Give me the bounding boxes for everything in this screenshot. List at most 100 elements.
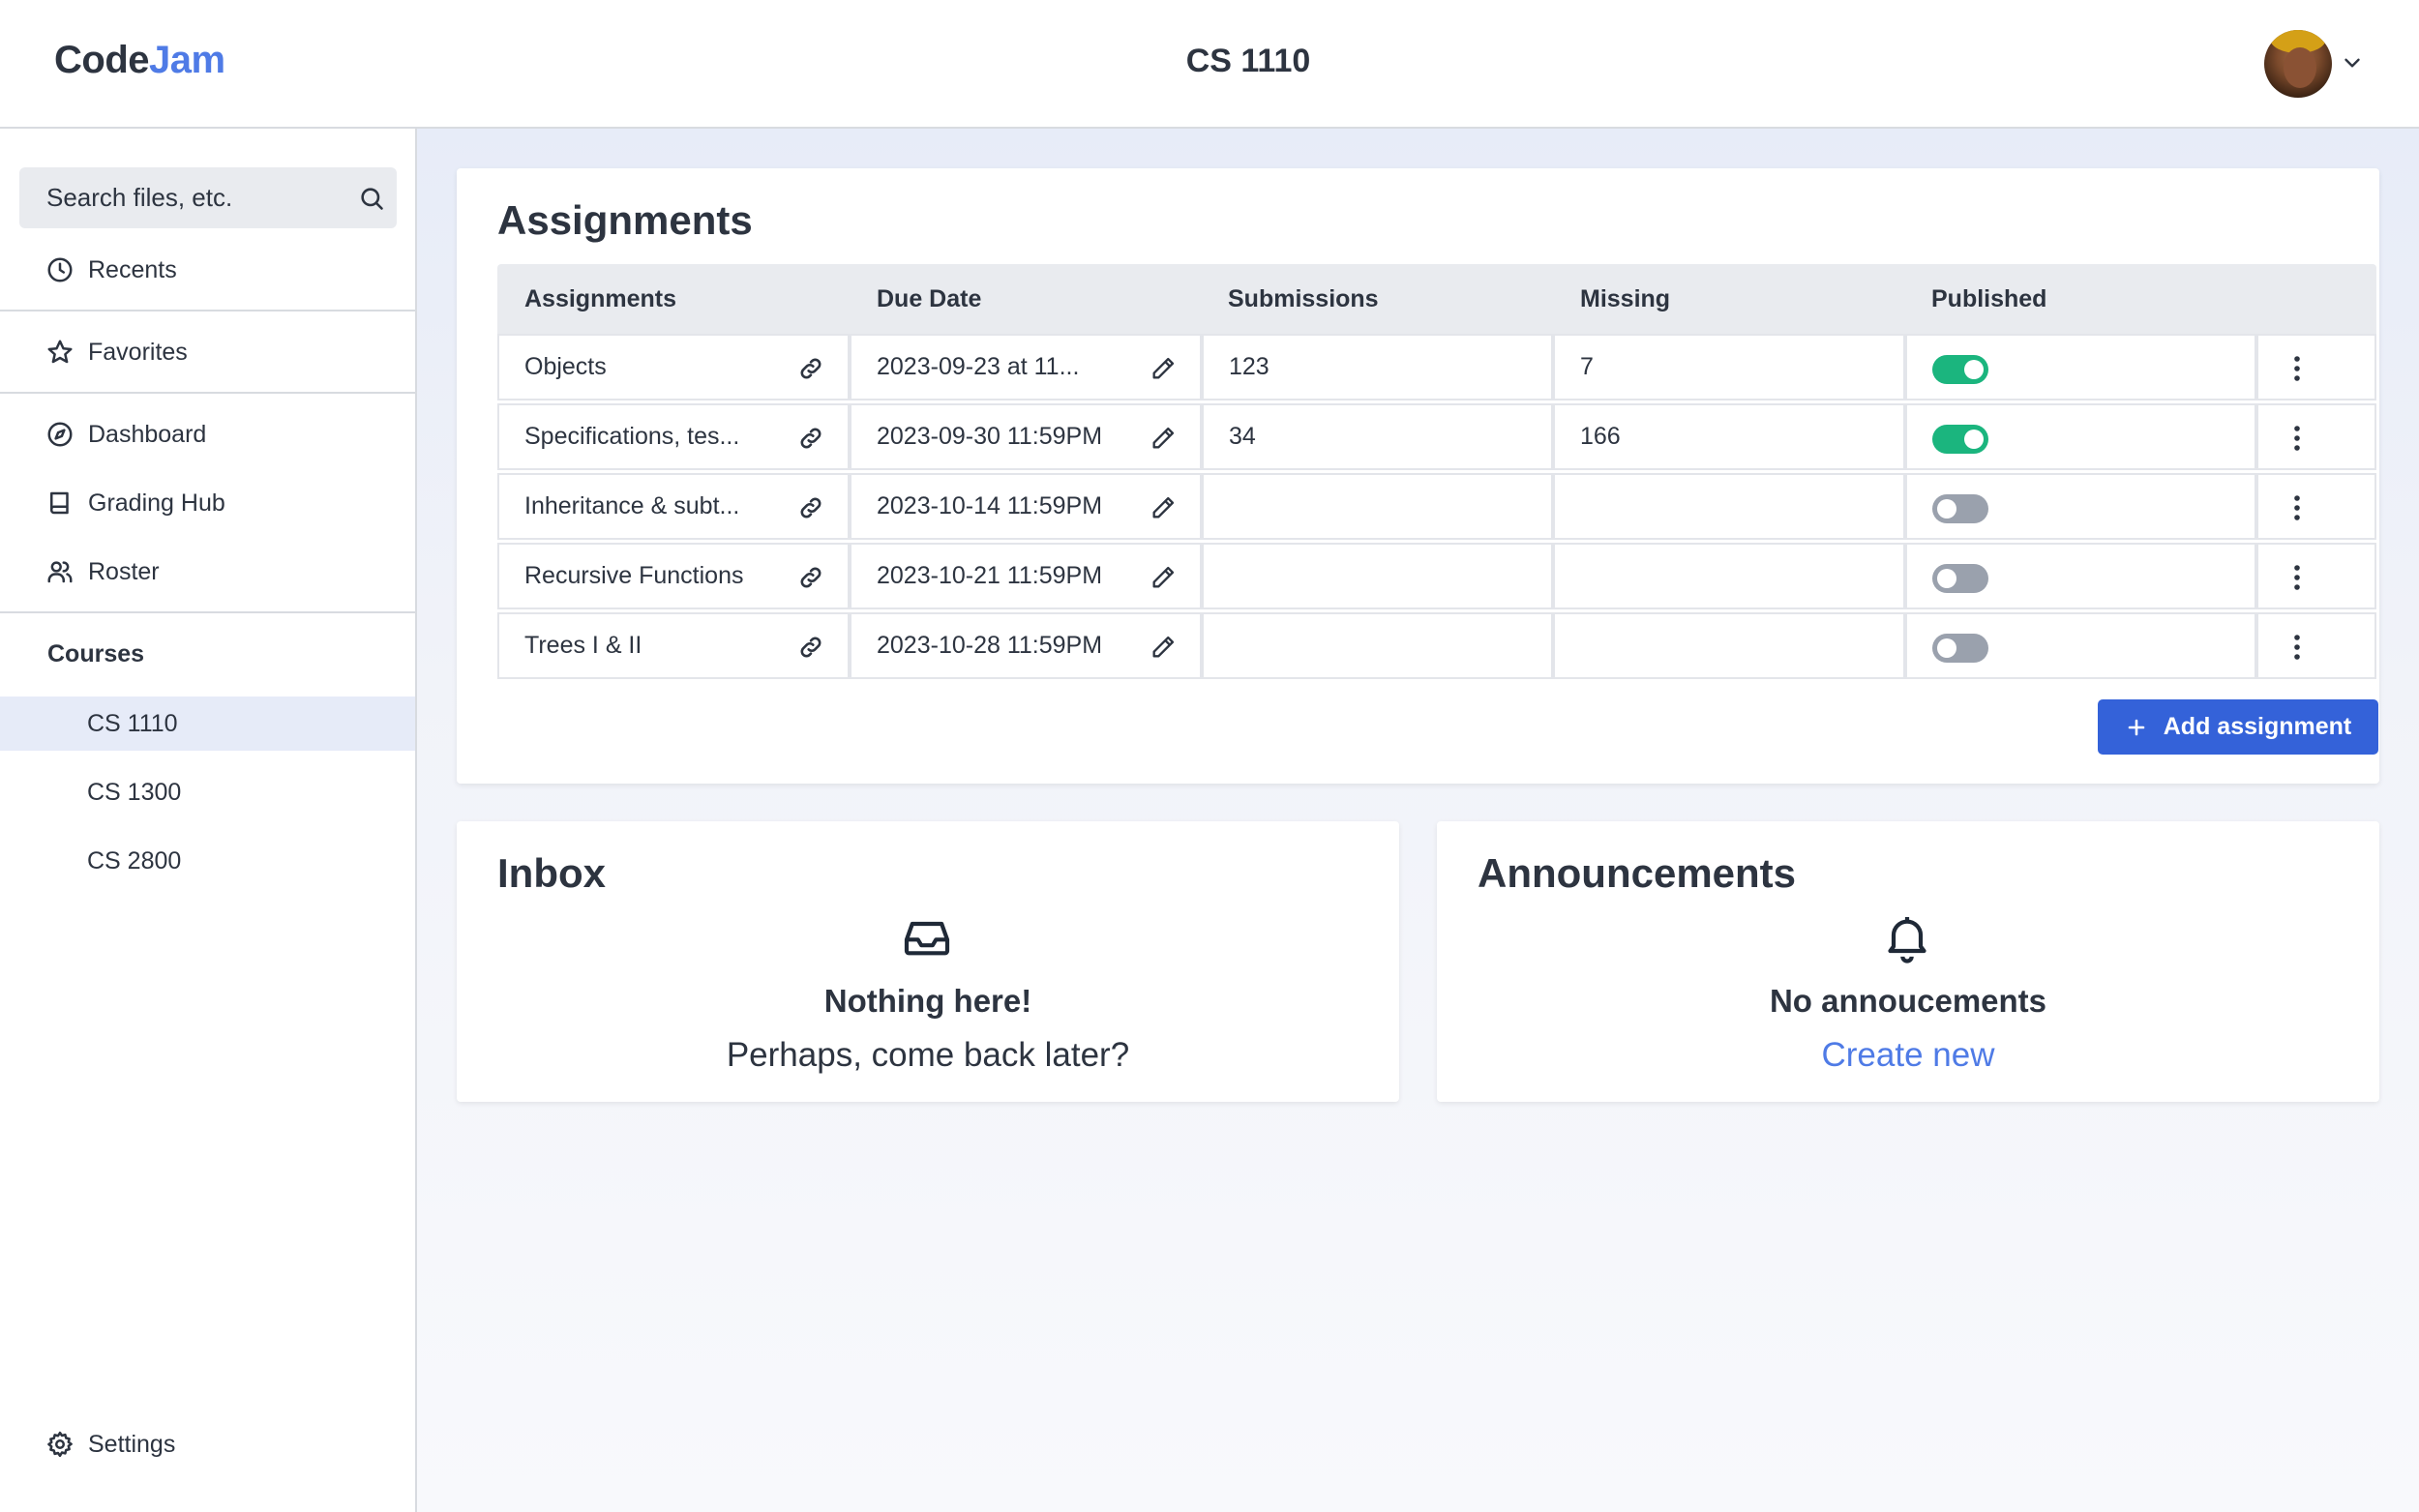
sidebar-item-favorites[interactable]: Favorites — [0, 321, 415, 383]
due-date-cell: 2023-09-23 at 11... — [850, 334, 1202, 400]
inbox-empty-subtitle: Perhaps, come back later? — [726, 1036, 1130, 1074]
sidebar-item-dashboard[interactable]: Dashboard — [0, 403, 415, 465]
announcements-title: Announcements — [1478, 850, 1797, 896]
due-date-cell: 2023-10-21 11:59PM — [850, 543, 1202, 609]
assignments-title: Assignments — [497, 197, 753, 243]
pencil-icon[interactable] — [1150, 564, 1177, 591]
more-options-icon[interactable] — [2293, 564, 2301, 591]
book-icon — [45, 489, 75, 518]
row-actions-cell — [2256, 334, 2376, 400]
row-actions-cell — [2256, 543, 2376, 609]
link-icon[interactable] — [797, 634, 824, 661]
published-toggle[interactable] — [1932, 425, 1988, 454]
sidebar-item-label: Grading Hub — [88, 489, 225, 517]
inbox-empty-title: Nothing here! — [823, 983, 1032, 1019]
assignment-name-cell[interactable]: Recursive Functions — [497, 543, 850, 609]
divider — [0, 310, 415, 311]
column-header[interactable]: Missing — [1580, 285, 1670, 313]
more-options-icon[interactable] — [2293, 634, 2301, 661]
compass-icon — [45, 420, 75, 449]
plus-icon — [2128, 719, 2145, 735]
divider — [0, 611, 415, 613]
more-options-icon[interactable] — [2293, 425, 2301, 452]
row-actions-cell — [2256, 612, 2376, 679]
add-assignment-button[interactable]: Add assignment — [2098, 699, 2378, 755]
star-icon — [45, 338, 75, 367]
avatar[interactable] — [2264, 30, 2332, 98]
users-icon — [45, 557, 75, 586]
assignment-name-cell[interactable]: Specifications, tes... — [497, 403, 850, 470]
submissions-cell: 34 — [1202, 403, 1553, 470]
search-input[interactable] — [19, 167, 339, 228]
due-date-cell: 2023-09-30 11:59PM — [850, 403, 1202, 470]
inbox-icon — [904, 921, 950, 956]
column-header[interactable]: Published — [1931, 285, 2046, 313]
published-cell — [1905, 543, 2256, 609]
page-title: CS 1110 — [1185, 43, 1311, 79]
column-header[interactable]: Submissions — [1228, 285, 1379, 313]
row-actions-cell — [2256, 403, 2376, 470]
clock-icon — [45, 255, 75, 284]
table-header: Assignments Due Date Submissions Missing… — [497, 264, 2376, 334]
published-cell — [1905, 334, 2256, 400]
more-options-icon[interactable] — [2293, 355, 2301, 382]
pencil-icon[interactable] — [1150, 634, 1177, 661]
missing-cell — [1553, 543, 1905, 609]
due-date-cell: 2023-10-14 11:59PM — [850, 473, 1202, 540]
sidebar-item-label: Dashboard — [88, 420, 207, 448]
sidebar-course-cs-1110[interactable]: CS 1110 — [0, 697, 415, 751]
submissions-cell — [1202, 612, 1553, 679]
courses-heading: Courses — [47, 640, 145, 667]
sidebar-course-cs-1300[interactable]: CS 1300 — [0, 765, 415, 819]
due-date-cell: 2023-10-28 11:59PM — [850, 612, 1202, 679]
sidebar-item-label: Recents — [88, 255, 177, 283]
row-actions-cell — [2256, 473, 2376, 540]
more-options-icon[interactable] — [2293, 494, 2301, 521]
submissions-cell — [1202, 473, 1553, 540]
divider — [0, 392, 415, 394]
sidebar-item-recents[interactable]: Recents — [0, 239, 415, 301]
create-announcement-link[interactable]: Create new — [1437, 1036, 2379, 1075]
assignment-name-cell[interactable]: Trees I & II — [497, 612, 850, 679]
link-icon[interactable] — [797, 564, 824, 591]
inbox-card: Inbox Nothing here! Perhaps, come back l… — [457, 821, 1399, 1102]
sidebar-item-label: Settings — [88, 1430, 176, 1458]
sidebar-item-settings[interactable]: Settings — [0, 1413, 415, 1475]
sidebar-course-cs-2800[interactable]: CS 2800 — [0, 834, 415, 888]
missing-cell — [1553, 612, 1905, 679]
assignments-card: Assignments Assignments Due Date Submiss… — [457, 168, 2379, 784]
sidebar-item-grading-hub[interactable]: Grading Hub — [0, 472, 415, 534]
bell-icon — [1888, 917, 1926, 964]
column-header[interactable]: Due Date — [877, 285, 981, 313]
assignment-name-cell[interactable]: Inheritance & subt... — [497, 473, 850, 540]
chevron-down-icon[interactable] — [2340, 50, 2365, 75]
sidebar: Recents Favorites Dashboard Grading Hub … — [0, 129, 417, 1512]
published-toggle[interactable] — [1932, 634, 1988, 663]
pencil-icon[interactable] — [1150, 355, 1177, 382]
search-icon[interactable] — [358, 185, 385, 212]
sidebar-item-label: Roster — [88, 557, 160, 585]
published-toggle[interactable] — [1932, 564, 1988, 593]
submissions-cell — [1202, 543, 1553, 609]
missing-cell: 166 — [1553, 403, 1905, 470]
top-header: CodeJam CS 1110 — [0, 0, 2419, 129]
assignment-name-cell[interactable]: Objects — [497, 334, 850, 400]
published-cell — [1905, 473, 2256, 540]
link-icon[interactable] — [797, 494, 824, 521]
missing-cell: 7 — [1553, 334, 1905, 400]
link-icon[interactable] — [797, 425, 824, 452]
pencil-icon[interactable] — [1150, 425, 1177, 452]
main-content: Assignments Assignments Due Date Submiss… — [417, 129, 2419, 1512]
sidebar-item-roster[interactable]: Roster — [0, 541, 415, 603]
link-icon[interactable] — [797, 355, 824, 382]
column-header[interactable]: Assignments — [524, 285, 676, 313]
pencil-icon[interactable] — [1150, 494, 1177, 521]
gear-icon — [45, 1430, 75, 1459]
announcements-empty-title: No annoucements — [1769, 983, 2047, 1019]
published-cell — [1905, 612, 2256, 679]
published-toggle[interactable] — [1932, 494, 1988, 523]
submissions-cell: 123 — [1202, 334, 1553, 400]
published-toggle[interactable] — [1932, 355, 1988, 384]
sidebar-item-label: Favorites — [88, 338, 188, 366]
published-cell — [1905, 403, 2256, 470]
